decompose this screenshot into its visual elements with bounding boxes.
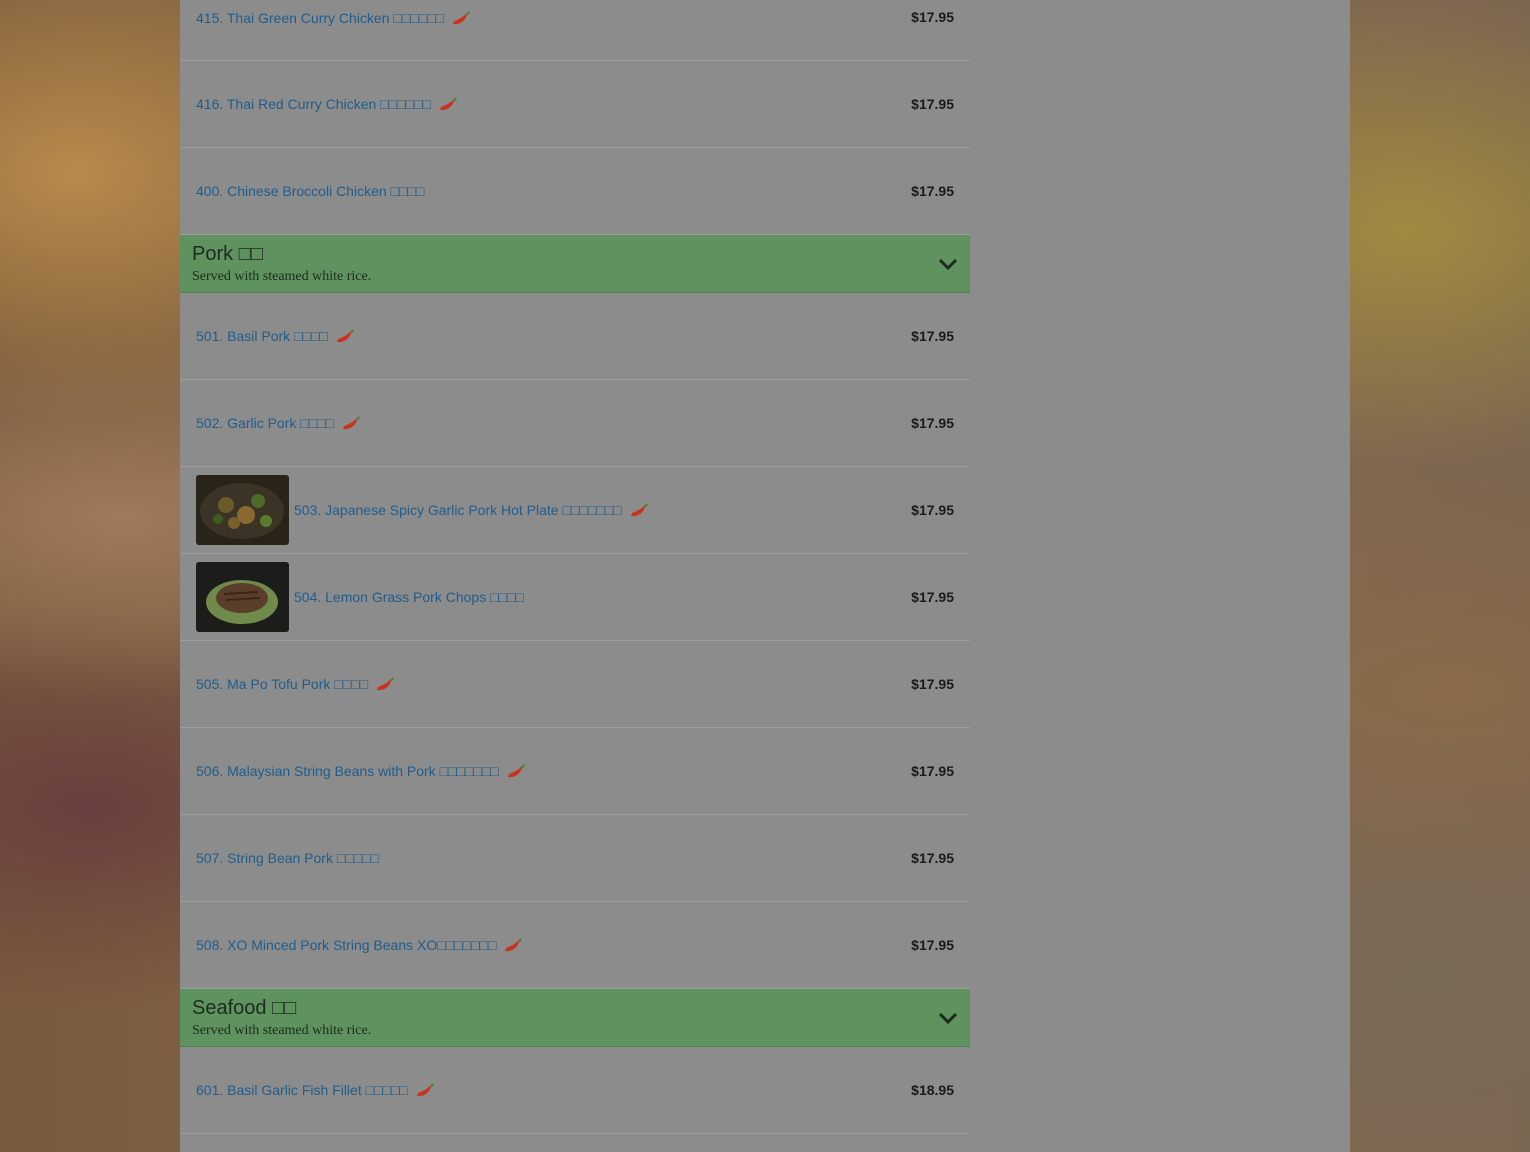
item-price: $17.95 [911, 763, 954, 779]
menu-list: 415. Thai Green Curry Chicken □□□□□□ $17… [180, 0, 970, 1134]
menu-item[interactable]: 503. Japanese Spicy Garlic Pork Hot Plat… [180, 467, 970, 554]
page-content: 415. Thai Green Curry Chicken □□□□□□ $17… [180, 0, 1350, 1152]
item-price: $17.95 [911, 328, 954, 344]
chili-pepper-icon [374, 675, 396, 693]
item-price: $17.95 [911, 415, 954, 431]
item-price: $17.95 [911, 96, 954, 112]
item-price: $17.95 [911, 589, 954, 605]
item-name[interactable]: 501. Basil Pork □□□□ [196, 328, 328, 344]
chevron-down-icon[interactable] [938, 257, 958, 271]
chili-pepper-icon [414, 1081, 436, 1099]
item-price: $17.95 [911, 9, 954, 25]
item-name[interactable]: 400. Chinese Broccoli Chicken □□□□ [196, 183, 424, 199]
item-name[interactable]: 502. Garlic Pork □□□□ [196, 415, 334, 431]
menu-item[interactable]: 416. Thai Red Curry Chicken □□□□□□ $17.9… [180, 61, 970, 148]
menu-item[interactable]: 501. Basil Pork □□□□ $17.95 [180, 293, 970, 380]
item-price: $17.95 [911, 850, 954, 866]
chevron-down-icon[interactable] [938, 1011, 958, 1025]
item-price: $17.95 [911, 676, 954, 692]
menu-item[interactable]: 601. Basil Garlic Fish Fillet □□□□□ $18.… [180, 1047, 970, 1134]
item-name[interactable]: 506. Malaysian String Beans with Pork □□… [196, 763, 499, 779]
item-price: $17.95 [911, 183, 954, 199]
category-title: Pork □□ [192, 243, 263, 265]
item-name[interactable]: 416. Thai Red Curry Chicken □□□□□□ [196, 96, 431, 112]
menu-item[interactable]: 508. XO Minced Pork String Beans XO□□□□□… [180, 902, 970, 989]
menu-item[interactable]: 415. Thai Green Curry Chicken □□□□□□ $17… [180, 0, 970, 61]
menu-item[interactable]: 504. Lemon Grass Pork Chops □□□□ $17.95 [180, 554, 970, 641]
menu-item[interactable]: 505. Ma Po Tofu Pork □□□□ $17.95 [180, 641, 970, 728]
menu-item[interactable]: 400. Chinese Broccoli Chicken □□□□ $17.9… [180, 148, 970, 235]
item-name[interactable]: 503. Japanese Spicy Garlic Pork Hot Plat… [294, 502, 622, 518]
item-name[interactable]: 415. Thai Green Curry Chicken □□□□□□ [196, 10, 444, 26]
pork-chops-photo[interactable] [196, 562, 289, 632]
item-name[interactable]: 507. String Bean Pork □□□□□ [196, 850, 379, 866]
menu-item[interactable]: 507. String Bean Pork □□□□□ $17.95 [180, 815, 970, 902]
chili-pepper-icon [437, 95, 459, 113]
chili-pepper-icon [340, 414, 362, 432]
chili-pepper-icon [505, 762, 527, 780]
item-name[interactable]: 601. Basil Garlic Fish Fillet □□□□□ [196, 1082, 408, 1098]
item-name[interactable]: 505. Ma Po Tofu Pork □□□□ [196, 676, 368, 692]
item-name[interactable]: 504. Lemon Grass Pork Chops □□□□ [294, 589, 524, 605]
item-price: $17.95 [911, 502, 954, 518]
category-header-pork[interactable]: Pork □□ Served with steamed white rice. [180, 235, 970, 293]
item-name[interactable]: 508. XO Minced Pork String Beans XO□□□□□… [196, 937, 496, 953]
menu-item[interactable]: 502. Garlic Pork □□□□ $17.95 [180, 380, 970, 467]
chili-pepper-icon [334, 327, 356, 345]
item-price: $17.95 [911, 937, 954, 953]
category-header-seafood[interactable]: Seafood □□ Served with steamed white ric… [180, 989, 970, 1047]
chili-pepper-icon [628, 501, 650, 519]
chili-pepper-icon [450, 9, 472, 27]
pork-hot-plate-photo[interactable] [196, 475, 289, 545]
menu-item[interactable]: 506. Malaysian String Beans with Pork □□… [180, 728, 970, 815]
category-subtitle: Served with steamed white rice. [192, 269, 372, 284]
category-subtitle: Served with steamed white rice. [192, 1023, 372, 1038]
item-price: $18.95 [911, 1082, 954, 1098]
chili-pepper-icon [502, 936, 524, 954]
category-title: Seafood □□ [192, 997, 297, 1019]
